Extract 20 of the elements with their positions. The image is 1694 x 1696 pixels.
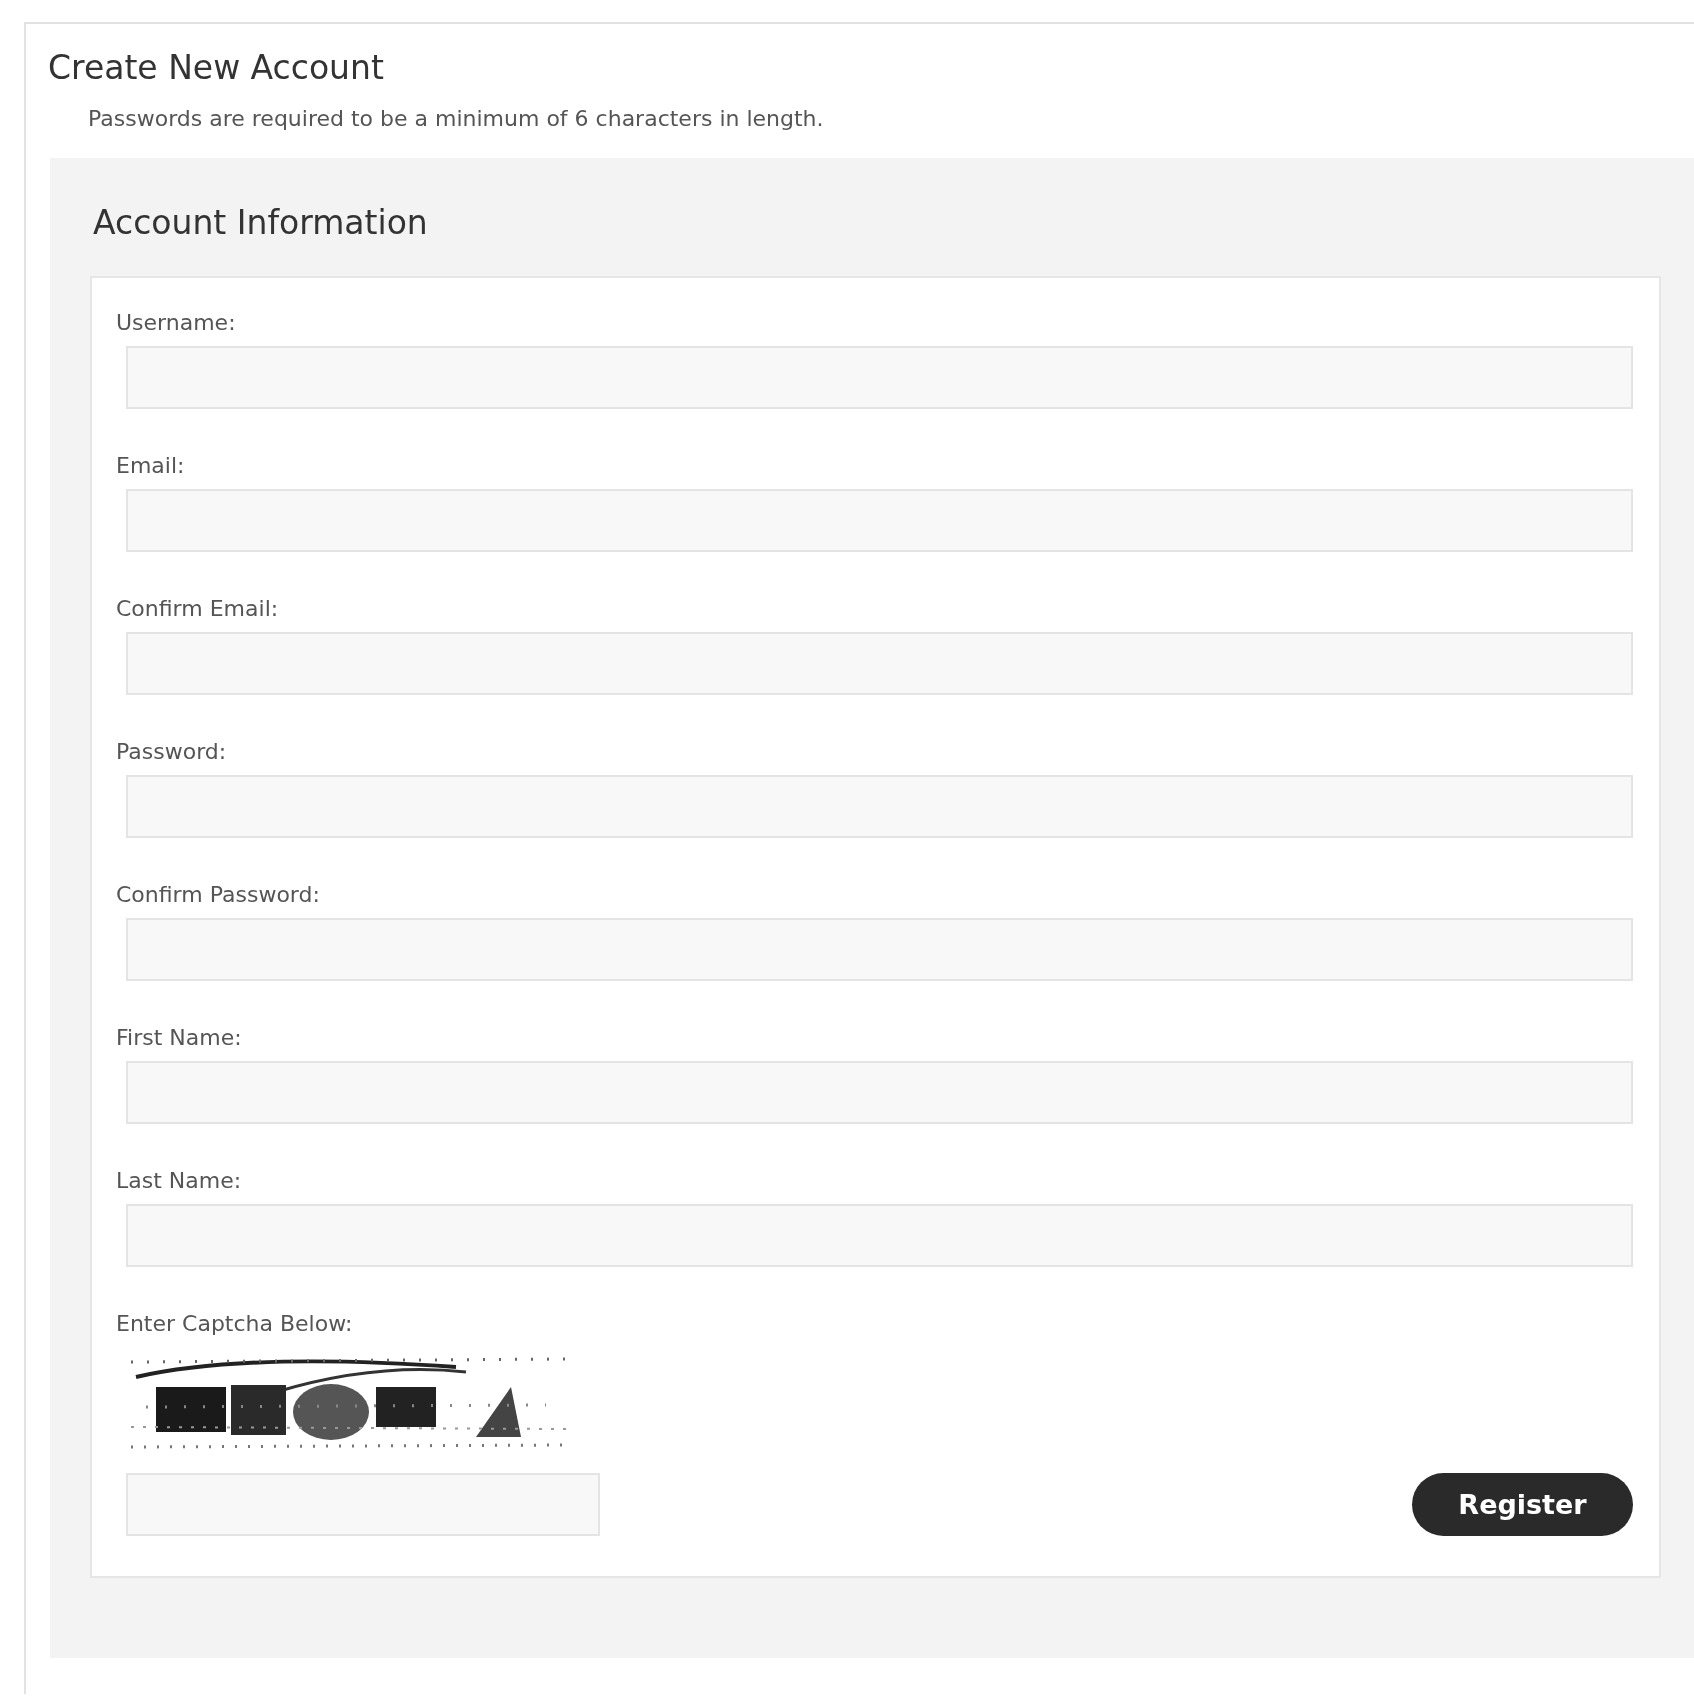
field-label: Confirm Password: [116,881,320,909]
input-field[interactable] [126,775,1633,838]
input-field[interactable] [126,346,1633,409]
field-label: Email: [116,452,185,480]
input-field[interactable] [126,632,1633,695]
input-field[interactable] [126,1204,1633,1267]
field-label: Username: [116,309,236,337]
field-label: Password: [116,738,227,766]
input-field[interactable] [126,489,1633,552]
section-title: Account Information [93,202,429,244]
input-field[interactable] [126,1061,1633,1124]
page-title: Create New Account [47,47,385,89]
register-button[interactable]: Register [1412,1473,1633,1536]
captcha-input-field[interactable] [126,1473,600,1536]
field-label: First Name: [116,1024,242,1052]
field-label: Confirm Email: [116,595,279,623]
field-label: Enter Captcha Below: [116,1310,353,1338]
input-field[interactable] [126,918,1633,981]
password-note: Passwords are required to be a minimum of 6 characters in length. [88,105,825,133]
field-label: Last Name: [116,1167,242,1195]
